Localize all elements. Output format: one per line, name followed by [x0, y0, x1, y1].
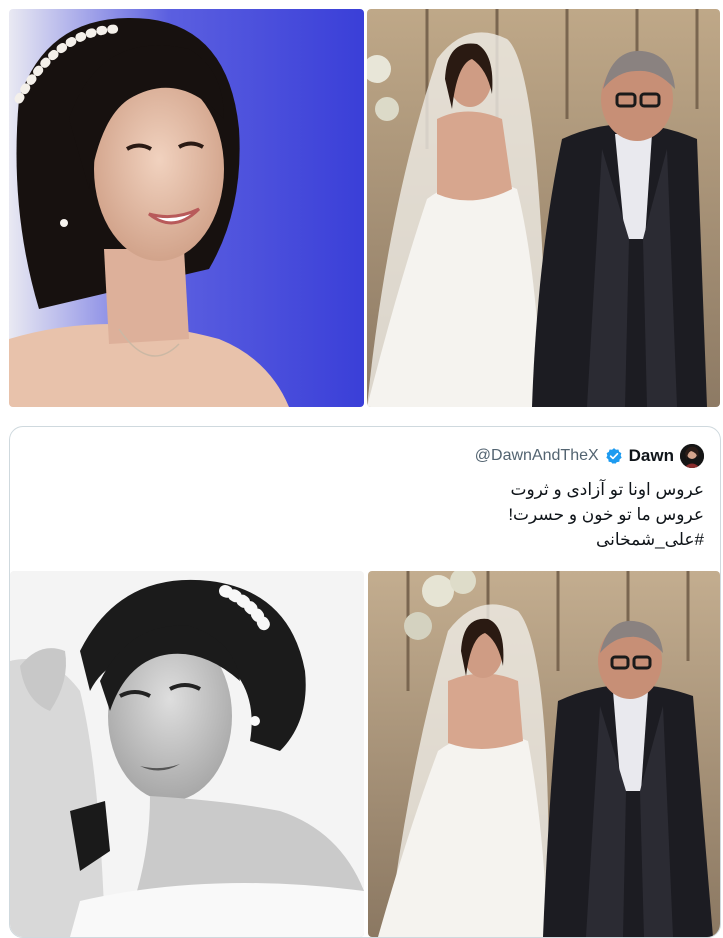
wedding-walk-photo[interactable] [367, 9, 720, 407]
wedding-walk-photo-2[interactable] [368, 571, 720, 937]
bw-bride-portrait-photo[interactable] [10, 571, 364, 937]
user-handle[interactable]: @DawnAndTheX [475, 447, 599, 465]
bride-portrait-photo[interactable] [9, 9, 364, 407]
tweet-header: Dawn @DawnAndTheX [475, 443, 704, 469]
tweet-hashtag[interactable]: #علی_شمخانی [508, 527, 704, 552]
bride-portrait-image [9, 9, 364, 407]
display-name[interactable]: Dawn [629, 446, 674, 466]
tweet-text: عروس اونا تو آزادی و ثروت عروس ما تو خون… [508, 477, 704, 552]
tweet-line-2: عروس ما تو خون و حسرت! [508, 505, 704, 524]
verified-badge-icon [606, 448, 622, 464]
avatar-image [680, 444, 704, 468]
bw-bride-portrait-image [10, 571, 364, 937]
wedding-walk-image-2 [368, 571, 720, 937]
quoted-tweet-card[interactable]: Dawn @DawnAndTheX عروس اونا تو آزادی و ث… [9, 426, 721, 938]
tweet-line-1: عروس اونا تو آزادی و ثروت [510, 480, 704, 499]
user-avatar[interactable] [680, 444, 704, 468]
wedding-walk-image [367, 9, 720, 407]
